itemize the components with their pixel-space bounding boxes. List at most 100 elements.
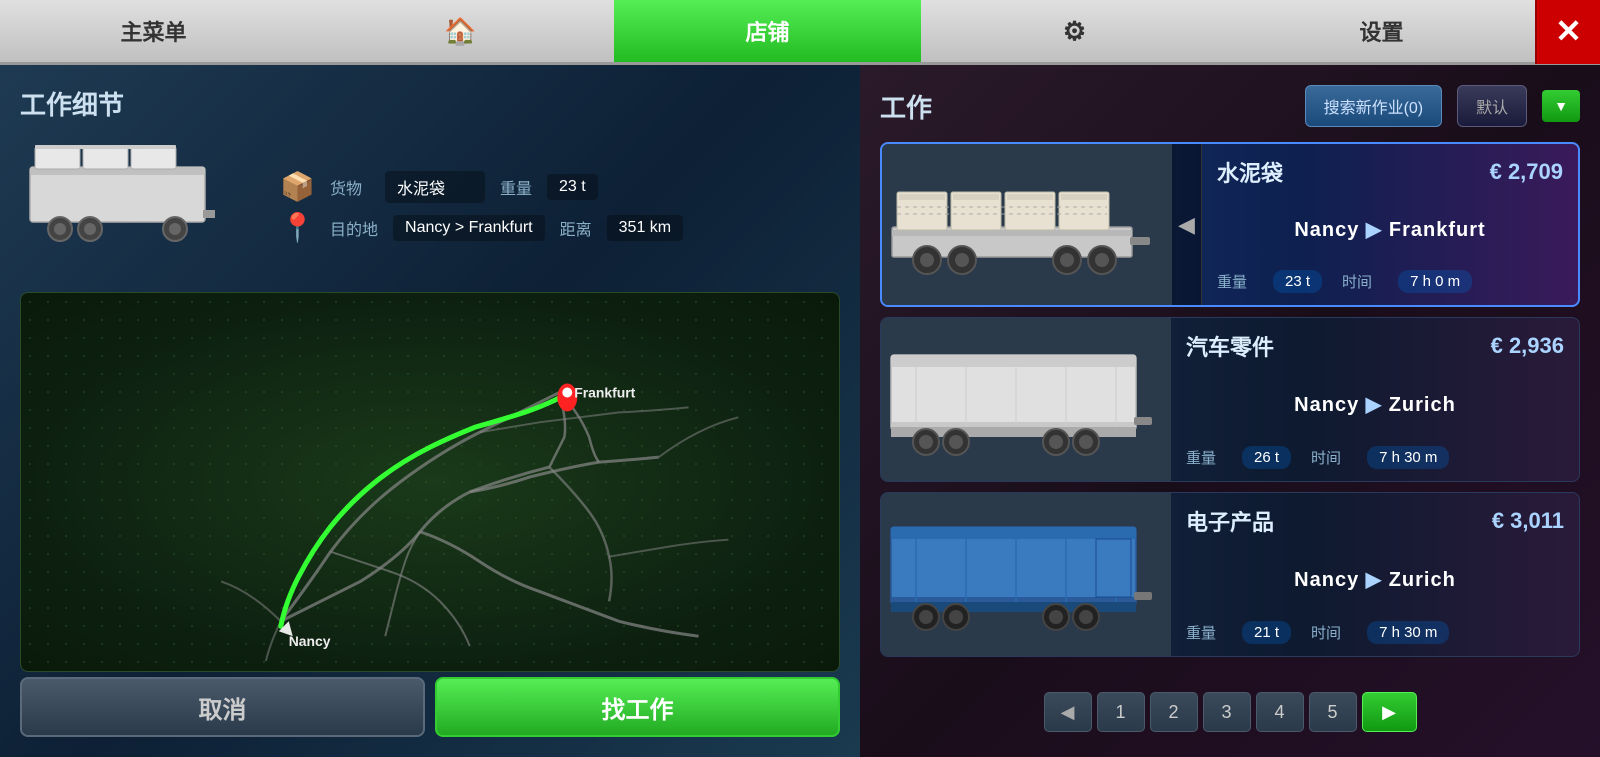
- job-1-route: Nancy ▶ Frankfurt: [1217, 217, 1563, 242]
- job-card-3-info: 电子产品 € 3,011 Nancy ▶ Zurich 重量 21 t 时间 7…: [1171, 493, 1579, 656]
- job-1-to: Frankfurt: [1389, 219, 1486, 241]
- job-2-route: Nancy ▶ Zurich: [1186, 392, 1564, 417]
- left-panel-title: 工作细节: [20, 85, 840, 122]
- route-arrow-3: ▶: [1366, 569, 1389, 591]
- bottom-buttons: 取消 找工作: [20, 677, 840, 737]
- cancel-button[interactable]: 取消: [20, 677, 425, 737]
- weight-label: 重量: [500, 175, 532, 199]
- top-navigation: 主菜单 🏠 店铺 ⚙ 设置 ✕: [0, 0, 1600, 65]
- distance-label: 距离: [560, 216, 592, 240]
- job-2-weight-value: 26 t: [1242, 446, 1291, 469]
- job-3-time-value: 7 h 30 m: [1367, 621, 1449, 644]
- job-3-price: € 3,011: [1492, 508, 1564, 534]
- job-card-2[interactable]: 汽车零件 € 2,936 Nancy ▶ Zurich 重量 26 t 时间 7…: [880, 317, 1580, 482]
- job-3-cargo-name: 电子产品: [1186, 505, 1274, 537]
- pagination-page-2[interactable]: 2: [1150, 692, 1198, 732]
- job-card-3[interactable]: 电子产品 € 3,011 Nancy ▶ Zurich 重量 21 t 时间 7…: [880, 492, 1580, 657]
- close-icon: ✕: [1555, 12, 1582, 50]
- cargo-details: 📦 货物 水泥袋 重量 23 t 📍 目的地 Nancy > Frankfurt…: [280, 137, 840, 277]
- pagination-page-1[interactable]: 1: [1097, 692, 1145, 732]
- job-1-time-label: 时间: [1342, 271, 1372, 292]
- truck-preview: [20, 137, 260, 257]
- destination-value: Nancy > Frankfurt: [393, 215, 545, 241]
- find-job-button[interactable]: 找工作: [435, 677, 840, 737]
- job-3-from: Nancy: [1294, 569, 1359, 591]
- job-2-time-label: 时间: [1311, 447, 1341, 468]
- job-1-weight-label: 重量: [1217, 271, 1247, 292]
- weight-value: 23 t: [547, 174, 598, 200]
- job-3-route: Nancy ▶ Zurich: [1186, 567, 1564, 592]
- nav-shop[interactable]: 店铺: [614, 0, 921, 62]
- svg-text:Nancy: Nancy: [289, 633, 331, 649]
- job-2-meta: 重量 26 t 时间 7 h 30 m: [1186, 446, 1564, 469]
- job-card-1-image: [882, 144, 1172, 305]
- job-card-3-image: [881, 493, 1171, 656]
- close-button[interactable]: ✕: [1535, 0, 1600, 64]
- job-3-weight-value: 21 t: [1242, 621, 1291, 644]
- job-card-1[interactable]: ◀ 水泥袋 € 2,709 Nancy ▶ Frankfurt 重量 23 t: [880, 142, 1580, 307]
- job-card-1-info: 水泥袋 € 2,709 Nancy ▶ Frankfurt 重量 23 t 时间…: [1202, 144, 1578, 305]
- nav-settings-label: 设置: [1359, 15, 1403, 47]
- distance-value: 351 km: [607, 215, 683, 241]
- left-panel: 工作细节: [0, 65, 860, 757]
- main-content: 工作细节: [0, 65, 1600, 757]
- destination-row: 📍 目的地 Nancy > Frankfurt 距离 351 km: [280, 211, 840, 244]
- job-2-time-value: 7 h 30 m: [1367, 446, 1449, 469]
- route-arrow-1: ▶: [1366, 219, 1389, 241]
- job-card-2-image: [881, 318, 1171, 481]
- svg-text:Frankfurt: Frankfurt: [574, 384, 635, 400]
- flat-trailer-svg: [887, 152, 1167, 297]
- pagination-page-5[interactable]: 5: [1309, 692, 1357, 732]
- job-1-meta: 重量 23 t 时间 7 h 0 m: [1217, 270, 1563, 293]
- job-1-from: Nancy: [1294, 219, 1359, 241]
- gear-icon: ⚙: [1063, 16, 1086, 47]
- home-icon: 🏠: [444, 16, 476, 47]
- job-1-weight-value: 23 t: [1273, 270, 1322, 293]
- destination-label: 目的地: [330, 216, 378, 240]
- job-card-1-top: 水泥袋 € 2,709: [1217, 156, 1563, 188]
- right-header: 工作 搜索新作业(0) 默认 ▼: [880, 85, 1580, 127]
- cargo-label: 货物: [330, 175, 370, 199]
- job-list: ◀ 水泥袋 € 2,709 Nancy ▶ Frankfurt 重量 23 t: [880, 142, 1580, 682]
- job-3-weight-label: 重量: [1186, 622, 1216, 643]
- nav-shop-label: 店铺: [745, 15, 789, 47]
- default-sort-button[interactable]: 默认: [1457, 85, 1527, 127]
- box-trailer-blue-svg: [886, 502, 1166, 647]
- job-list-left-arrow[interactable]: ◀: [1172, 144, 1202, 305]
- cargo-info-area: 📦 货物 水泥袋 重量 23 t 📍 目的地 Nancy > Frankfurt…: [20, 137, 840, 277]
- pagination-next[interactable]: ▶: [1362, 692, 1417, 732]
- pagination: ◀ 1 2 3 4 5 ▶: [880, 682, 1580, 737]
- job-card-2-info: 汽车零件 € 2,936 Nancy ▶ Zurich 重量 26 t 时间 7…: [1171, 318, 1579, 481]
- job-1-time-value: 7 h 0 m: [1398, 270, 1472, 293]
- job-1-price: € 2,709: [1490, 159, 1563, 185]
- nav-gear[interactable]: ⚙: [921, 0, 1228, 62]
- search-new-jobs-button[interactable]: 搜索新作业(0): [1305, 85, 1443, 127]
- truck-svg: [25, 142, 255, 252]
- nav-home[interactable]: 🏠: [307, 0, 614, 62]
- cargo-icon: 📦: [280, 170, 315, 203]
- pagination-prev[interactable]: ◀: [1044, 692, 1092, 732]
- job-2-to: Zurich: [1389, 394, 1456, 416]
- map-area: Frankfurt Nancy: [20, 292, 840, 672]
- box-trailer-white-svg: [886, 327, 1166, 472]
- cargo-row: 📦 货物 水泥袋 重量 23 t: [280, 170, 840, 203]
- cargo-value: 水泥袋: [385, 171, 485, 203]
- dropdown-arrow-button[interactable]: ▼: [1542, 90, 1580, 122]
- nav-main-menu[interactable]: 主菜单: [0, 0, 307, 62]
- pagination-page-3[interactable]: 3: [1203, 692, 1251, 732]
- pagination-page-4[interactable]: 4: [1256, 692, 1304, 732]
- job-2-cargo-name: 汽车零件: [1186, 330, 1274, 362]
- job-card-2-top: 汽车零件 € 2,936: [1186, 330, 1564, 362]
- job-3-time-label: 时间: [1311, 622, 1341, 643]
- map-svg: Frankfurt Nancy: [21, 293, 839, 671]
- nav-settings[interactable]: 设置: [1228, 0, 1535, 62]
- job-2-from: Nancy: [1294, 394, 1359, 416]
- right-panel-title: 工作: [880, 88, 932, 125]
- nav-main-menu-label: 主菜单: [120, 15, 186, 47]
- right-panel: 工作 搜索新作业(0) 默认 ▼: [860, 65, 1600, 757]
- route-arrow-2: ▶: [1366, 394, 1389, 416]
- destination-icon: 📍: [280, 211, 315, 244]
- job-2-weight-label: 重量: [1186, 447, 1216, 468]
- job-3-meta: 重量 21 t 时间 7 h 30 m: [1186, 621, 1564, 644]
- job-2-price: € 2,936: [1491, 333, 1564, 359]
